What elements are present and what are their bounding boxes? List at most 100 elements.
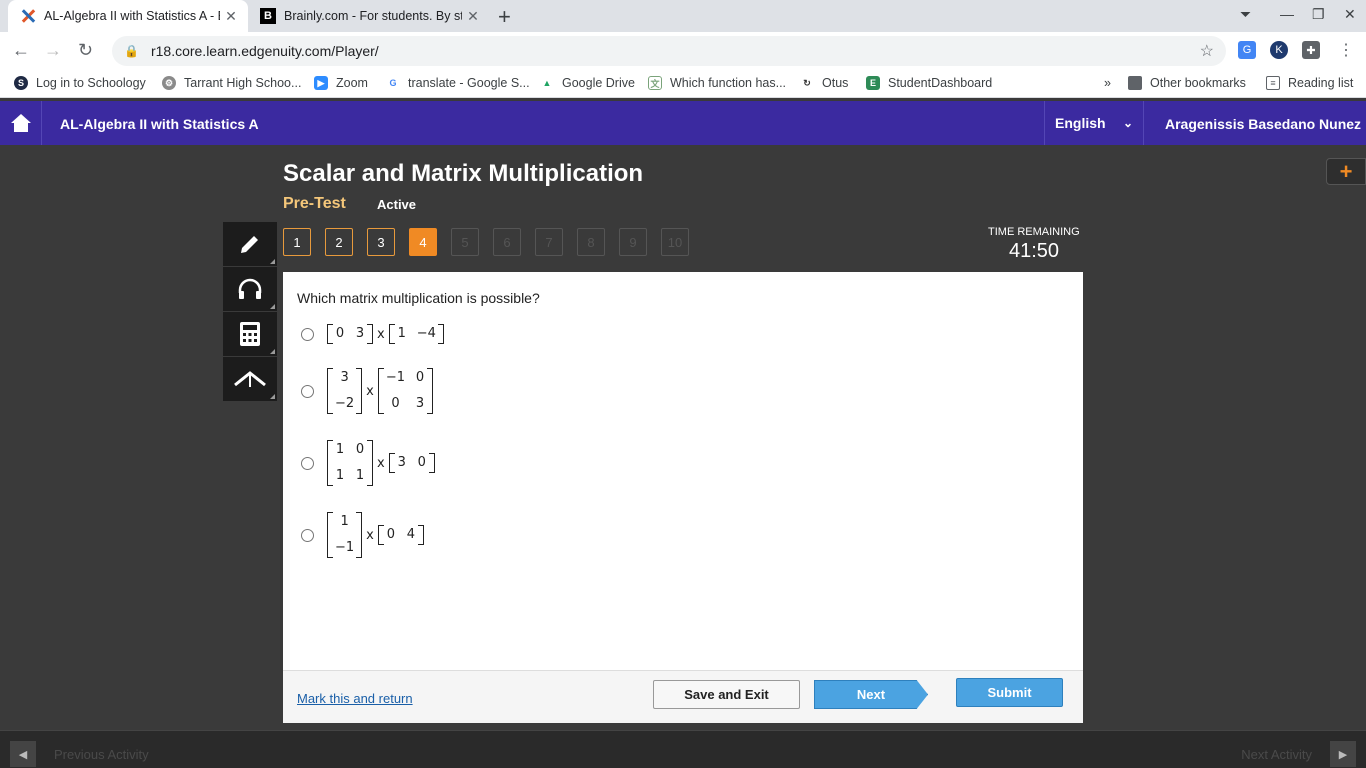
back-icon[interactable]: ← <box>12 40 30 61</box>
matrix-cell: 4 <box>406 527 416 542</box>
submit-button[interactable]: Submit <box>956 678 1063 707</box>
matrix-cell: 0 <box>417 455 426 470</box>
answer-option[interactable]: 1011x30 <box>301 440 436 486</box>
more-menu-icon[interactable]: ⋮ <box>1338 40 1354 60</box>
url-text: r18.core.learn.edgenuity.com/Player/ <box>150 43 379 59</box>
matrix-cell: 3 <box>397 455 406 470</box>
next-button[interactable]: Next <box>814 680 928 709</box>
user-name[interactable]: Aragenissis Basedano Nunez <box>1165 116 1361 132</box>
collapse-tool-button[interactable] <box>223 357 277 402</box>
puzzle-extensions-icon[interactable]: ✚ <box>1302 41 1320 59</box>
bookmark-drive[interactable]: ▲ Google Drive <box>540 76 635 90</box>
drive-icon: ▲ <box>540 76 554 90</box>
question-prompt: Which matrix multiplication is possible? <box>297 290 540 306</box>
reading-list[interactable]: ≡ Reading list <box>1266 76 1353 90</box>
google-icon: G <box>386 76 400 90</box>
translate-icon: 文 <box>648 76 662 90</box>
language-select[interactable]: English ⌄ <box>1044 101 1144 145</box>
address-bar[interactable]: 🔒 r18.core.learn.edgenuity.com/Player/ ☆ <box>112 36 1226 66</box>
lesson-title: Scalar and Matrix Multiplication <box>283 160 644 187</box>
question-nav-button: 9 <box>619 228 647 256</box>
bookmark-translate[interactable]: G translate - Google S... <box>386 76 530 90</box>
bookmark-studentdashboard[interactable]: E StudentDashboard <box>866 76 992 90</box>
matrix: 04 <box>377 525 424 545</box>
forward-icon[interactable]: → <box>44 40 62 61</box>
audio-tool-button[interactable] <box>223 267 277 312</box>
reload-icon[interactable]: ↻ <box>78 40 93 61</box>
previous-activity-button[interactable]: ◀ Previous Activity <box>10 741 149 767</box>
calculator-tool-button[interactable] <box>223 312 277 357</box>
home-button[interactable] <box>0 101 42 145</box>
question-nav-button[interactable]: 3 <box>367 228 395 256</box>
answer-option[interactable]: 3 −2 x −1 0 0 3 <box>301 368 434 414</box>
matrix-cell: −4 <box>416 326 436 341</box>
close-icon[interactable]: ✕ <box>462 8 484 25</box>
lock-icon: 🔒 <box>124 44 139 58</box>
matrix-cell: 3 <box>415 396 425 411</box>
matrix: 1 −4 <box>388 324 445 344</box>
bookmark-label: Tarrant High Schoo... <box>184 76 302 90</box>
calculator-icon <box>240 322 260 346</box>
question-nav-button: 8 <box>577 228 605 256</box>
answer-radio[interactable] <box>301 456 314 470</box>
bookmark-zoom[interactable]: ▶ Zoom <box>314 76 368 90</box>
bookmark-star-icon[interactable]: ☆ <box>1200 41 1214 61</box>
bookmarks-overflow-icon[interactable]: » <box>1104 76 1111 90</box>
browser-tabstrip: AL-Algebra II with Statistics A - E ✕ B … <box>0 0 1366 32</box>
matrix-expression: 3 −2 x −1 0 0 3 <box>326 368 434 414</box>
matrix-cell: 0 <box>335 326 345 341</box>
app-header: AL-Algebra II with Statistics A English … <box>0 101 1366 145</box>
question-navigator: 1 2 3 4 5 6 7 8 9 10 <box>283 228 703 256</box>
question-nav-button[interactable]: 2 <box>325 228 353 256</box>
minimize-icon[interactable]: — <box>1280 6 1294 22</box>
expand-plus-button[interactable]: + <box>1326 158 1366 185</box>
folder-icon <box>1128 76 1142 90</box>
tab-search-icon[interactable]: ⏷ <box>1240 6 1251 23</box>
activity-type: Pre-Test <box>283 195 346 212</box>
close-window-icon[interactable]: ✕ <box>1344 6 1356 23</box>
other-bookmarks[interactable]: Other bookmarks <box>1128 76 1246 90</box>
question-nav-button: 5 <box>451 228 479 256</box>
matrix-cell: −1 <box>385 370 406 385</box>
course-title: AL-Algebra II with Statistics A <box>60 116 259 132</box>
headphones-icon <box>238 278 262 299</box>
chevron-right-icon: ▶ <box>1330 741 1356 767</box>
bookmark-otus[interactable]: ↻ Otus <box>800 76 848 90</box>
tab-edgenuity[interactable]: AL-Algebra II with Statistics A - E ✕ <box>8 0 248 32</box>
schoology-icon: S <box>14 76 28 90</box>
reading-list-label: Reading list <box>1288 76 1354 90</box>
answer-option[interactable]: 0 3 x 1 −4 <box>301 324 445 344</box>
times-symbol: x <box>366 383 374 399</box>
mark-and-return-link[interactable]: Mark this and return <box>297 691 413 706</box>
matrix: 03 <box>327 324 373 344</box>
k-extension-icon[interactable]: K <box>1270 41 1288 59</box>
next-activity-button[interactable]: Next Activity ▶ <box>1241 741 1356 767</box>
bookmark-label: Log in to Schoology <box>36 76 146 90</box>
question-nav-button[interactable]: 4 <box>409 228 437 256</box>
bookmark-tarrant[interactable]: ⚙ Tarrant High Schoo... <box>162 76 301 90</box>
answer-radio[interactable] <box>301 327 314 341</box>
matrix-cell: 0 <box>391 396 400 411</box>
answer-option[interactable]: 1 −1 x 0 4 <box>301 512 425 558</box>
matrix-cell: 0 <box>386 527 396 542</box>
tab-title: Brainly.com - For students. By st <box>284 9 462 23</box>
new-tab-icon[interactable]: + <box>498 4 511 30</box>
tab-brainly[interactable]: B Brainly.com - For students. By st ✕ <box>250 0 490 32</box>
bookmark-which-function[interactable]: 文 Which function has... <box>648 76 786 90</box>
otus-icon: ↻ <box>800 76 814 90</box>
restore-icon[interactable]: ❐ <box>1312 6 1325 23</box>
answer-radio[interactable] <box>301 384 314 398</box>
next-activity-label: Next Activity <box>1241 746 1312 762</box>
close-icon[interactable]: ✕ <box>220 8 242 25</box>
question-nav-button[interactable]: 1 <box>283 228 311 256</box>
time-remaining-value: 41:50 <box>1009 240 1060 262</box>
answer-radio[interactable] <box>301 528 314 542</box>
matrix-cell: 0 <box>355 442 365 457</box>
matrix-expression: 1011x30 <box>326 440 436 486</box>
bookmark-schoology[interactable]: S Log in to Schoology <box>14 76 146 90</box>
pencil-tool-button[interactable] <box>223 222 277 267</box>
google-translate-ext-icon[interactable]: G <box>1238 41 1256 59</box>
school-icon: ⚙ <box>162 76 176 90</box>
tab-title: AL-Algebra II with Statistics A - E <box>44 9 220 23</box>
save-and-exit-button[interactable]: Save and Exit <box>653 680 800 709</box>
